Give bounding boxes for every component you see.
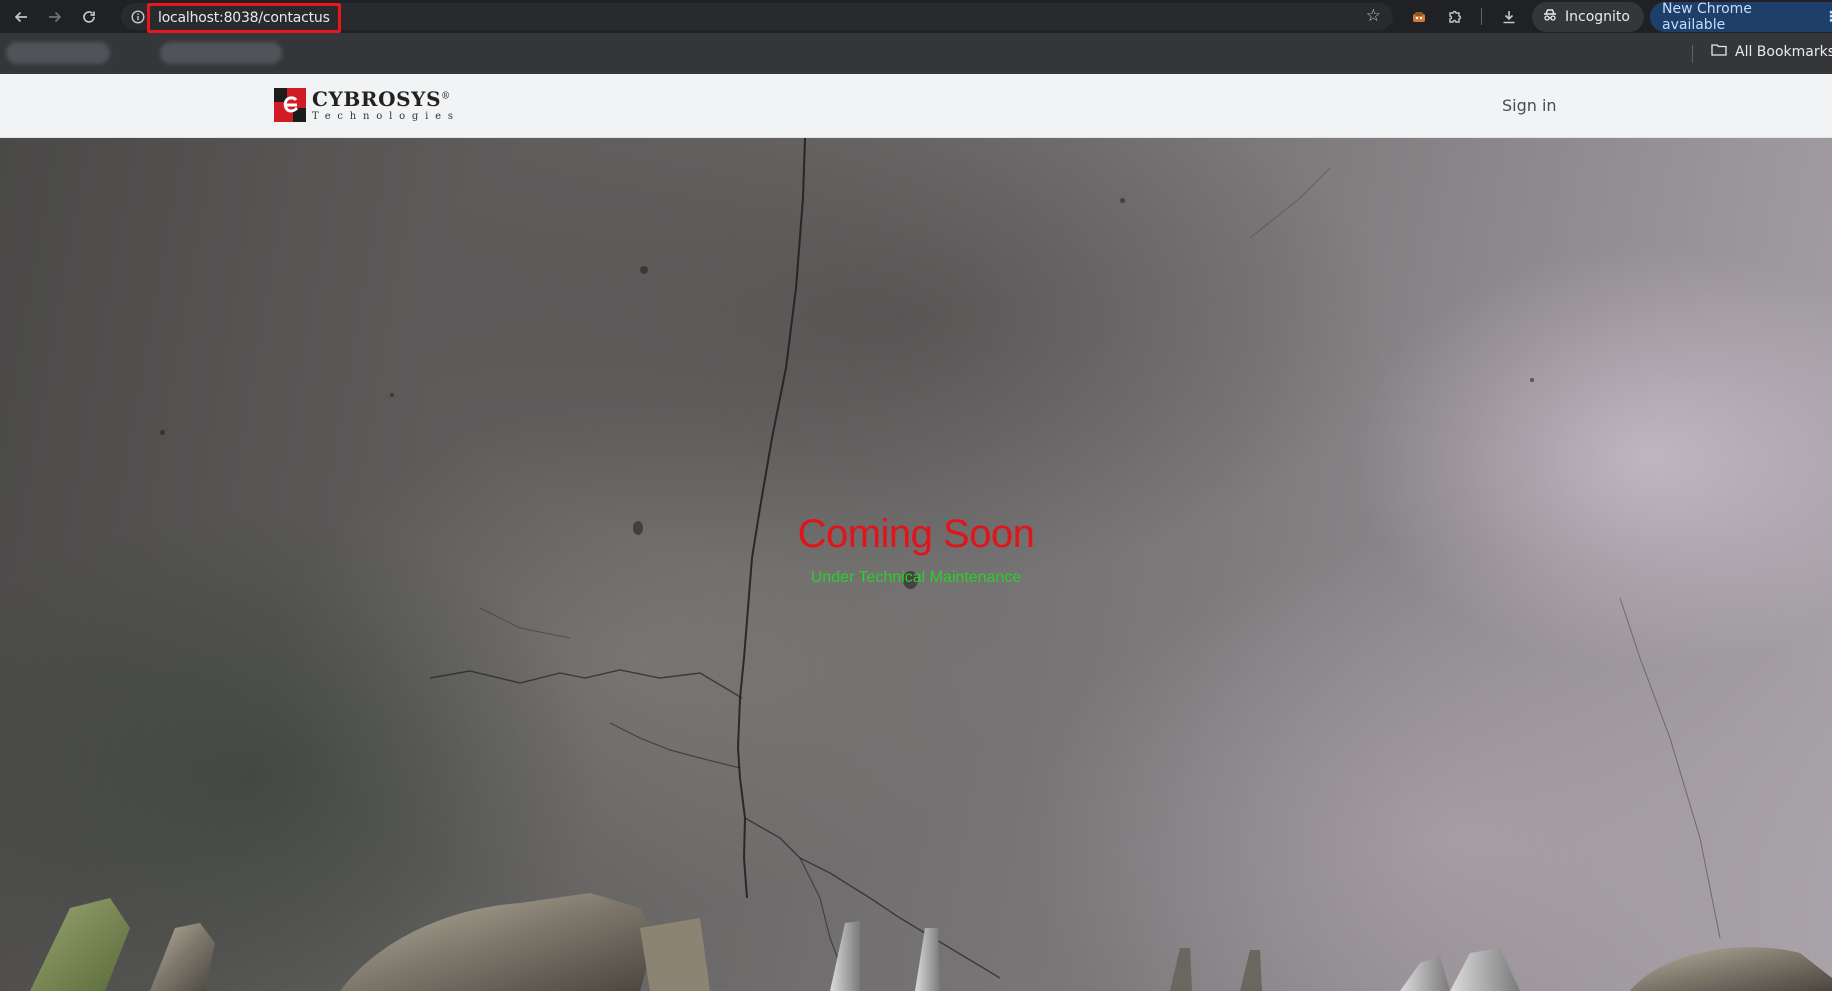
site-header: CYBROSYS® Technologies Sign in [0, 74, 1832, 138]
forward-icon[interactable] [42, 4, 68, 30]
screwdriver-tip [1240, 950, 1262, 991]
browser-toolbar: localhost:8038/contactus ☆ Incognito New… [0, 0, 1832, 33]
incognito-icon [1542, 8, 1558, 26]
extension-icon[interactable] [1407, 5, 1431, 29]
wrench-part [1400, 956, 1450, 991]
star-icon[interactable]: ☆ [1366, 6, 1381, 26]
all-bookmarks-label: All Bookmarks [1735, 43, 1832, 60]
all-bookmarks-button[interactable]: All Bookmarks [1711, 43, 1832, 60]
bookmark-item-blurred[interactable] [6, 42, 110, 64]
back-icon[interactable] [8, 4, 34, 30]
wrench-part [1450, 948, 1520, 991]
tools-illustration [30, 893, 1832, 991]
pliers-tip [830, 921, 860, 991]
hammer-neck [640, 918, 710, 991]
logo-name-text: CYBROSYS [312, 86, 442, 111]
logo-mark-icon [274, 88, 306, 122]
chrome-update-button[interactable]: New Chrome available ⋮ [1650, 1, 1832, 33]
incognito-badge[interactable]: Incognito [1532, 2, 1644, 32]
hero-section: Coming Soon Under Technical Maintenance [0, 138, 1832, 991]
bookmarks-bar: All Bookmarks [0, 33, 1832, 74]
bookmark-item-blurred[interactable] [160, 42, 282, 64]
pliers-jaw-left [30, 898, 130, 991]
logo-registered-mark: ® [441, 90, 451, 101]
menu-icon[interactable]: ⋮ [1824, 9, 1832, 25]
pliers-jaw-right [150, 923, 215, 991]
puzzle-icon[interactable] [1443, 5, 1467, 29]
download-icon[interactable] [1497, 5, 1521, 29]
url-path: :8038/contactus [219, 10, 330, 26]
folder-icon [1711, 43, 1727, 60]
screwdriver-tip [1170, 948, 1192, 991]
site-info-icon[interactable] [128, 7, 148, 27]
chrome-update-label: New Chrome available [1662, 1, 1752, 33]
logo-name: CYBROSYS® [312, 89, 460, 109]
incognito-label: Incognito [1565, 9, 1630, 25]
address-bar[interactable]: localhost:8038/contactus ☆ [121, 3, 1393, 33]
url-host: localhost [158, 10, 220, 26]
hammer-head [340, 893, 655, 991]
site-logo[interactable]: CYBROSYS® Technologies [274, 88, 460, 122]
logo-subtitle: Technologies [312, 110, 460, 122]
wrench-head [1630, 947, 1832, 991]
sign-in-link[interactable]: Sign in [1502, 96, 1557, 115]
url-highlight-box[interactable]: localhost:8038/contactus [147, 3, 341, 33]
reload-icon[interactable] [76, 4, 102, 30]
pliers-tip [915, 928, 940, 991]
